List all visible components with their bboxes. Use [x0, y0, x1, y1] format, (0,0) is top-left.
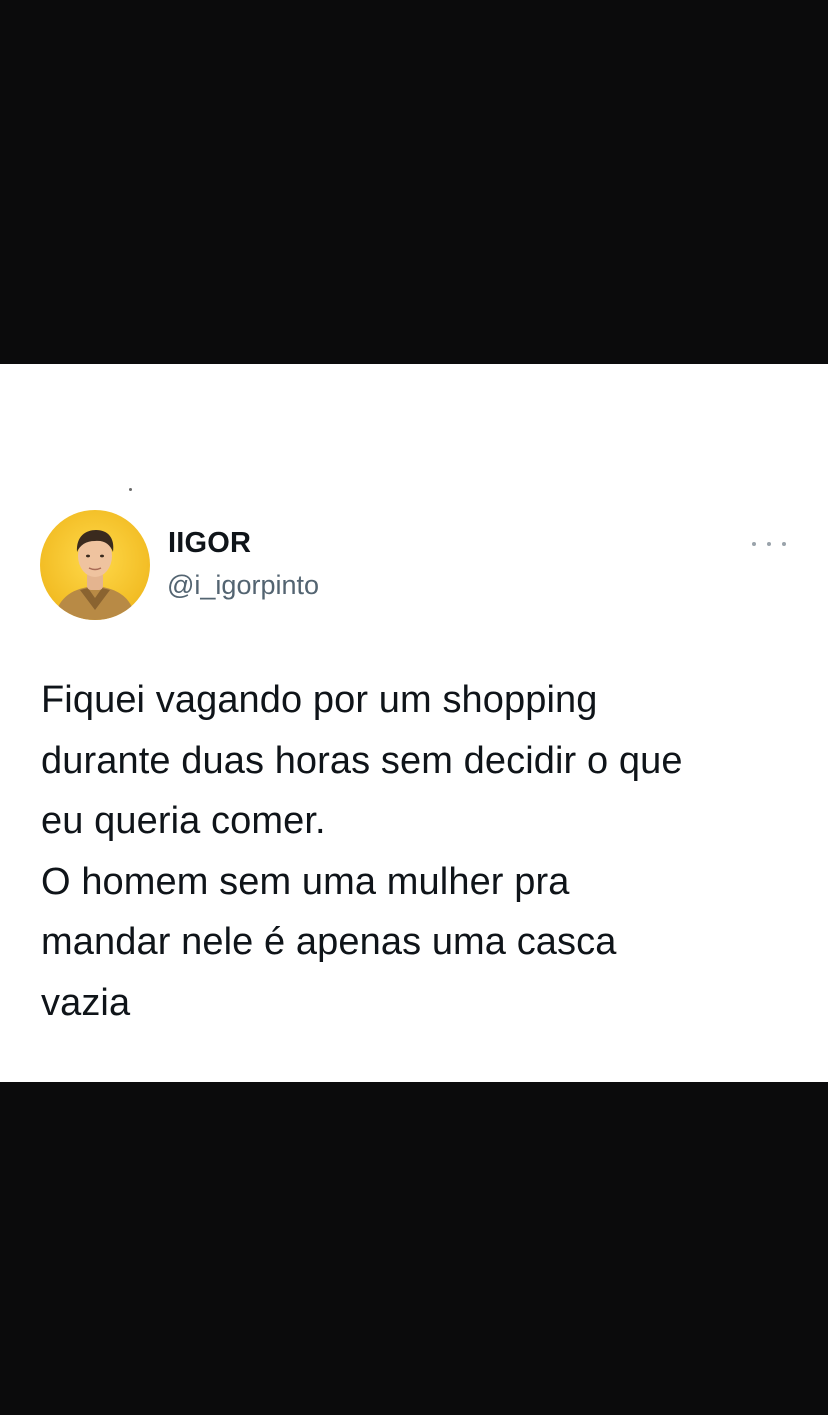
more-horizontal-icon[interactable] [752, 536, 786, 552]
avatar-photo-icon [40, 510, 150, 620]
avatar[interactable] [40, 510, 150, 620]
dot [752, 542, 756, 546]
top-black-band [0, 0, 828, 364]
dot [767, 542, 771, 546]
bottom-black-band [0, 1082, 828, 1415]
dot [782, 542, 786, 546]
display-name[interactable]: IIGOR [168, 527, 251, 560]
tweet-text: Fiquei vagando por um shopping durante d… [41, 679, 683, 1024]
speck-mark [129, 488, 132, 491]
tweet-card: IIGOR @i_igorpinto Fiquei vagando por um… [0, 364, 828, 1082]
user-handle[interactable]: @i_igorpinto [167, 570, 319, 601]
